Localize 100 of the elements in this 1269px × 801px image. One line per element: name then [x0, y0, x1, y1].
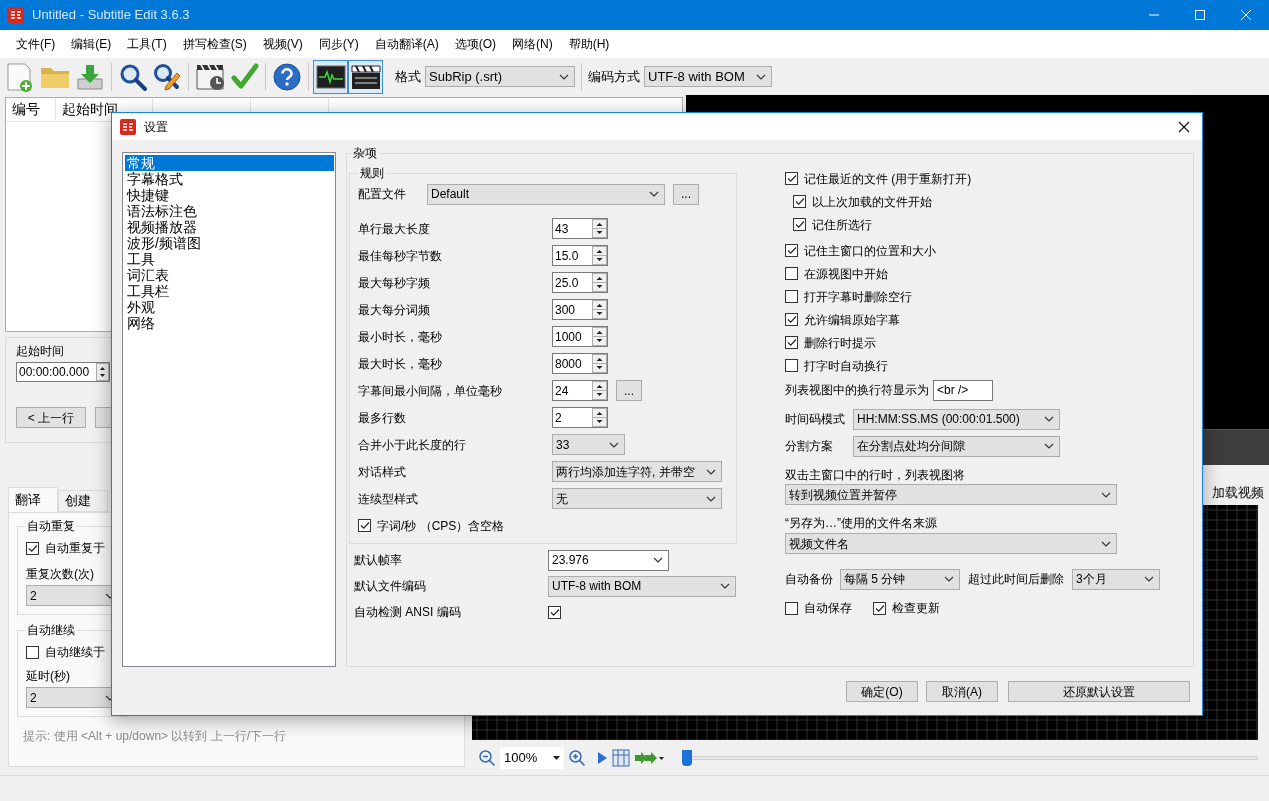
dropdown[interactable]: 无 [552, 488, 722, 509]
menu-item[interactable]: 网络(N) [504, 35, 561, 53]
dropdown[interactable]: SubRip (.srt) [425, 66, 575, 87]
field-label: “另存为…”使用的文件名来源 [785, 515, 938, 531]
new-file-icon[interactable] [5, 60, 35, 93]
menu-item[interactable]: 同步(Y) [310, 35, 367, 53]
clapperboard-icon [350, 63, 381, 90]
maximize-icon[interactable] [1195, 10, 1205, 20]
number-field[interactable]: 43 [552, 218, 608, 239]
category-item[interactable]: 工具 [125, 251, 334, 267]
menu-item[interactable]: 文件(F) [8, 35, 64, 53]
spinner-arrows-icon[interactable] [592, 381, 607, 400]
category-item[interactable]: 视频播放器 [125, 219, 334, 235]
menu-item[interactable]: 编辑(E) [63, 35, 120, 53]
category-item[interactable]: 工具栏 [125, 283, 334, 299]
category-item[interactable]: 常规 [125, 155, 334, 171]
zoom-in-icon[interactable] [568, 748, 586, 767]
spinner-arrows-icon[interactable] [96, 363, 109, 381]
menu-item[interactable]: 选项(O) [446, 35, 504, 53]
category-item[interactable]: 网络 [125, 315, 334, 331]
checkbox[interactable] [785, 336, 798, 349]
slider-thumb[interactable] [682, 749, 692, 766]
menu-item[interactable]: 视频(V) [254, 35, 311, 53]
app-logo-icon [120, 118, 136, 135]
spinner-arrows-icon[interactable] [592, 219, 607, 238]
dropdown[interactable]: 23.976 [548, 549, 669, 571]
number-field[interactable]: 24 [552, 380, 608, 401]
checkbox[interactable] [26, 541, 39, 555]
category-item[interactable]: 快捷键 [125, 187, 334, 203]
close-icon[interactable] [1178, 120, 1190, 133]
dropdown[interactable]: 33 [552, 434, 625, 455]
spinner-arrows-icon[interactable] [592, 273, 607, 292]
spinner-arrows-icon[interactable] [592, 354, 607, 373]
help-icon[interactable] [272, 61, 302, 92]
checkbox[interactable] [785, 172, 798, 185]
dropdown[interactable]: 转到视频位置并暂停 [785, 484, 1117, 505]
category-item[interactable]: 词汇表 [125, 267, 334, 283]
button[interactable]: 确定(O) [846, 681, 918, 702]
window-title: Untitled - Subtitle Edit 3.6.3 [32, 6, 190, 25]
time-field[interactable]: 00:00:00.000 [16, 362, 110, 382]
number-field[interactable]: 25.0 [552, 272, 608, 293]
number-field[interactable]: 15.0 [552, 245, 608, 266]
dropdown[interactable]: UTF-8 with BOM [548, 575, 736, 597]
spinner-arrows-icon[interactable] [592, 327, 607, 346]
double-arrow-icon[interactable] [634, 750, 664, 765]
zoom-dropdown[interactable]: 100% [500, 746, 564, 769]
dropdown[interactable]: 在分割点处均分间隙 [853, 435, 1060, 457]
menu-item[interactable]: 自动翻译(A) [366, 35, 447, 53]
checkbox[interactable] [793, 195, 806, 208]
menu-item[interactable]: 帮助(H) [560, 35, 618, 53]
checkbox[interactable] [785, 290, 798, 303]
spinner-arrows-icon[interactable] [592, 300, 607, 319]
dropdown[interactable]: 视频文件名 [785, 533, 1117, 554]
dropdown[interactable]: 两行均添加连字符, 并带空 [552, 461, 722, 482]
checkbox[interactable] [793, 218, 806, 231]
checkbox[interactable] [548, 605, 561, 619]
menu-item[interactable]: 拼写检查(S) [174, 35, 255, 53]
number-field[interactable]: 8000 [552, 353, 608, 374]
tab[interactable]: 翻译 [8, 487, 58, 512]
menu-item[interactable]: 工具(T) [119, 35, 175, 53]
checkbox[interactable] [873, 601, 886, 615]
column-header[interactable]: 编号 [6, 98, 56, 120]
button[interactable]: 还原默认设置 [1008, 681, 1190, 702]
button[interactable]: < 上一行 [16, 407, 86, 428]
checkbox-label: 删除行时提示 [804, 334, 876, 352]
magnifier-pencil-icon[interactable] [152, 61, 182, 92]
number-field[interactable]: 300 [552, 299, 608, 320]
dropdown[interactable]: 3个月 [1072, 568, 1160, 590]
number-field[interactable]: 1000 [552, 326, 608, 347]
checkbox[interactable] [26, 645, 39, 659]
columns-icon[interactable] [612, 748, 630, 767]
checkbox[interactable] [785, 244, 798, 257]
spinner-arrows-icon[interactable] [592, 408, 607, 427]
category-item[interactable]: 外观 [125, 299, 334, 315]
checkbox[interactable] [785, 359, 798, 372]
button[interactable]: 取消(A) [926, 681, 998, 702]
checkbox[interactable] [785, 313, 798, 326]
dropdown[interactable]: HH:MM:SS.MS (00:00:01.500) [853, 408, 1060, 430]
dropdown[interactable]: UTF-8 with BOM [644, 66, 772, 87]
dropdown[interactable]: 每隔 5 分钟 [840, 568, 960, 590]
category-item[interactable]: 波形/频谱图 [125, 235, 334, 251]
tab[interactable]: 创建 [58, 490, 108, 512]
zoom-out-icon[interactable] [478, 748, 496, 767]
text-field[interactable]: <br /> [933, 379, 993, 401]
button[interactable]: ... [616, 380, 642, 401]
button[interactable]: ... [673, 183, 699, 205]
position-slider[interactable] [682, 749, 1258, 766]
category-item[interactable]: 字幕格式 [125, 171, 334, 187]
spinner-arrows-icon[interactable] [592, 246, 607, 265]
checkbox[interactable] [785, 267, 798, 280]
play-icon[interactable] [596, 750, 608, 765]
checkbox[interactable] [358, 519, 371, 532]
toggle-button[interactable] [348, 59, 383, 94]
chevron-down-icon [609, 441, 619, 448]
checkbox[interactable] [785, 601, 798, 615]
dropdown[interactable]: Default [427, 183, 665, 205]
number-field[interactable]: 2 [552, 407, 608, 428]
toggle-button[interactable] [313, 59, 348, 94]
category-item[interactable]: 语法标注色 [125, 203, 334, 219]
checkmark-icon[interactable] [231, 61, 259, 92]
